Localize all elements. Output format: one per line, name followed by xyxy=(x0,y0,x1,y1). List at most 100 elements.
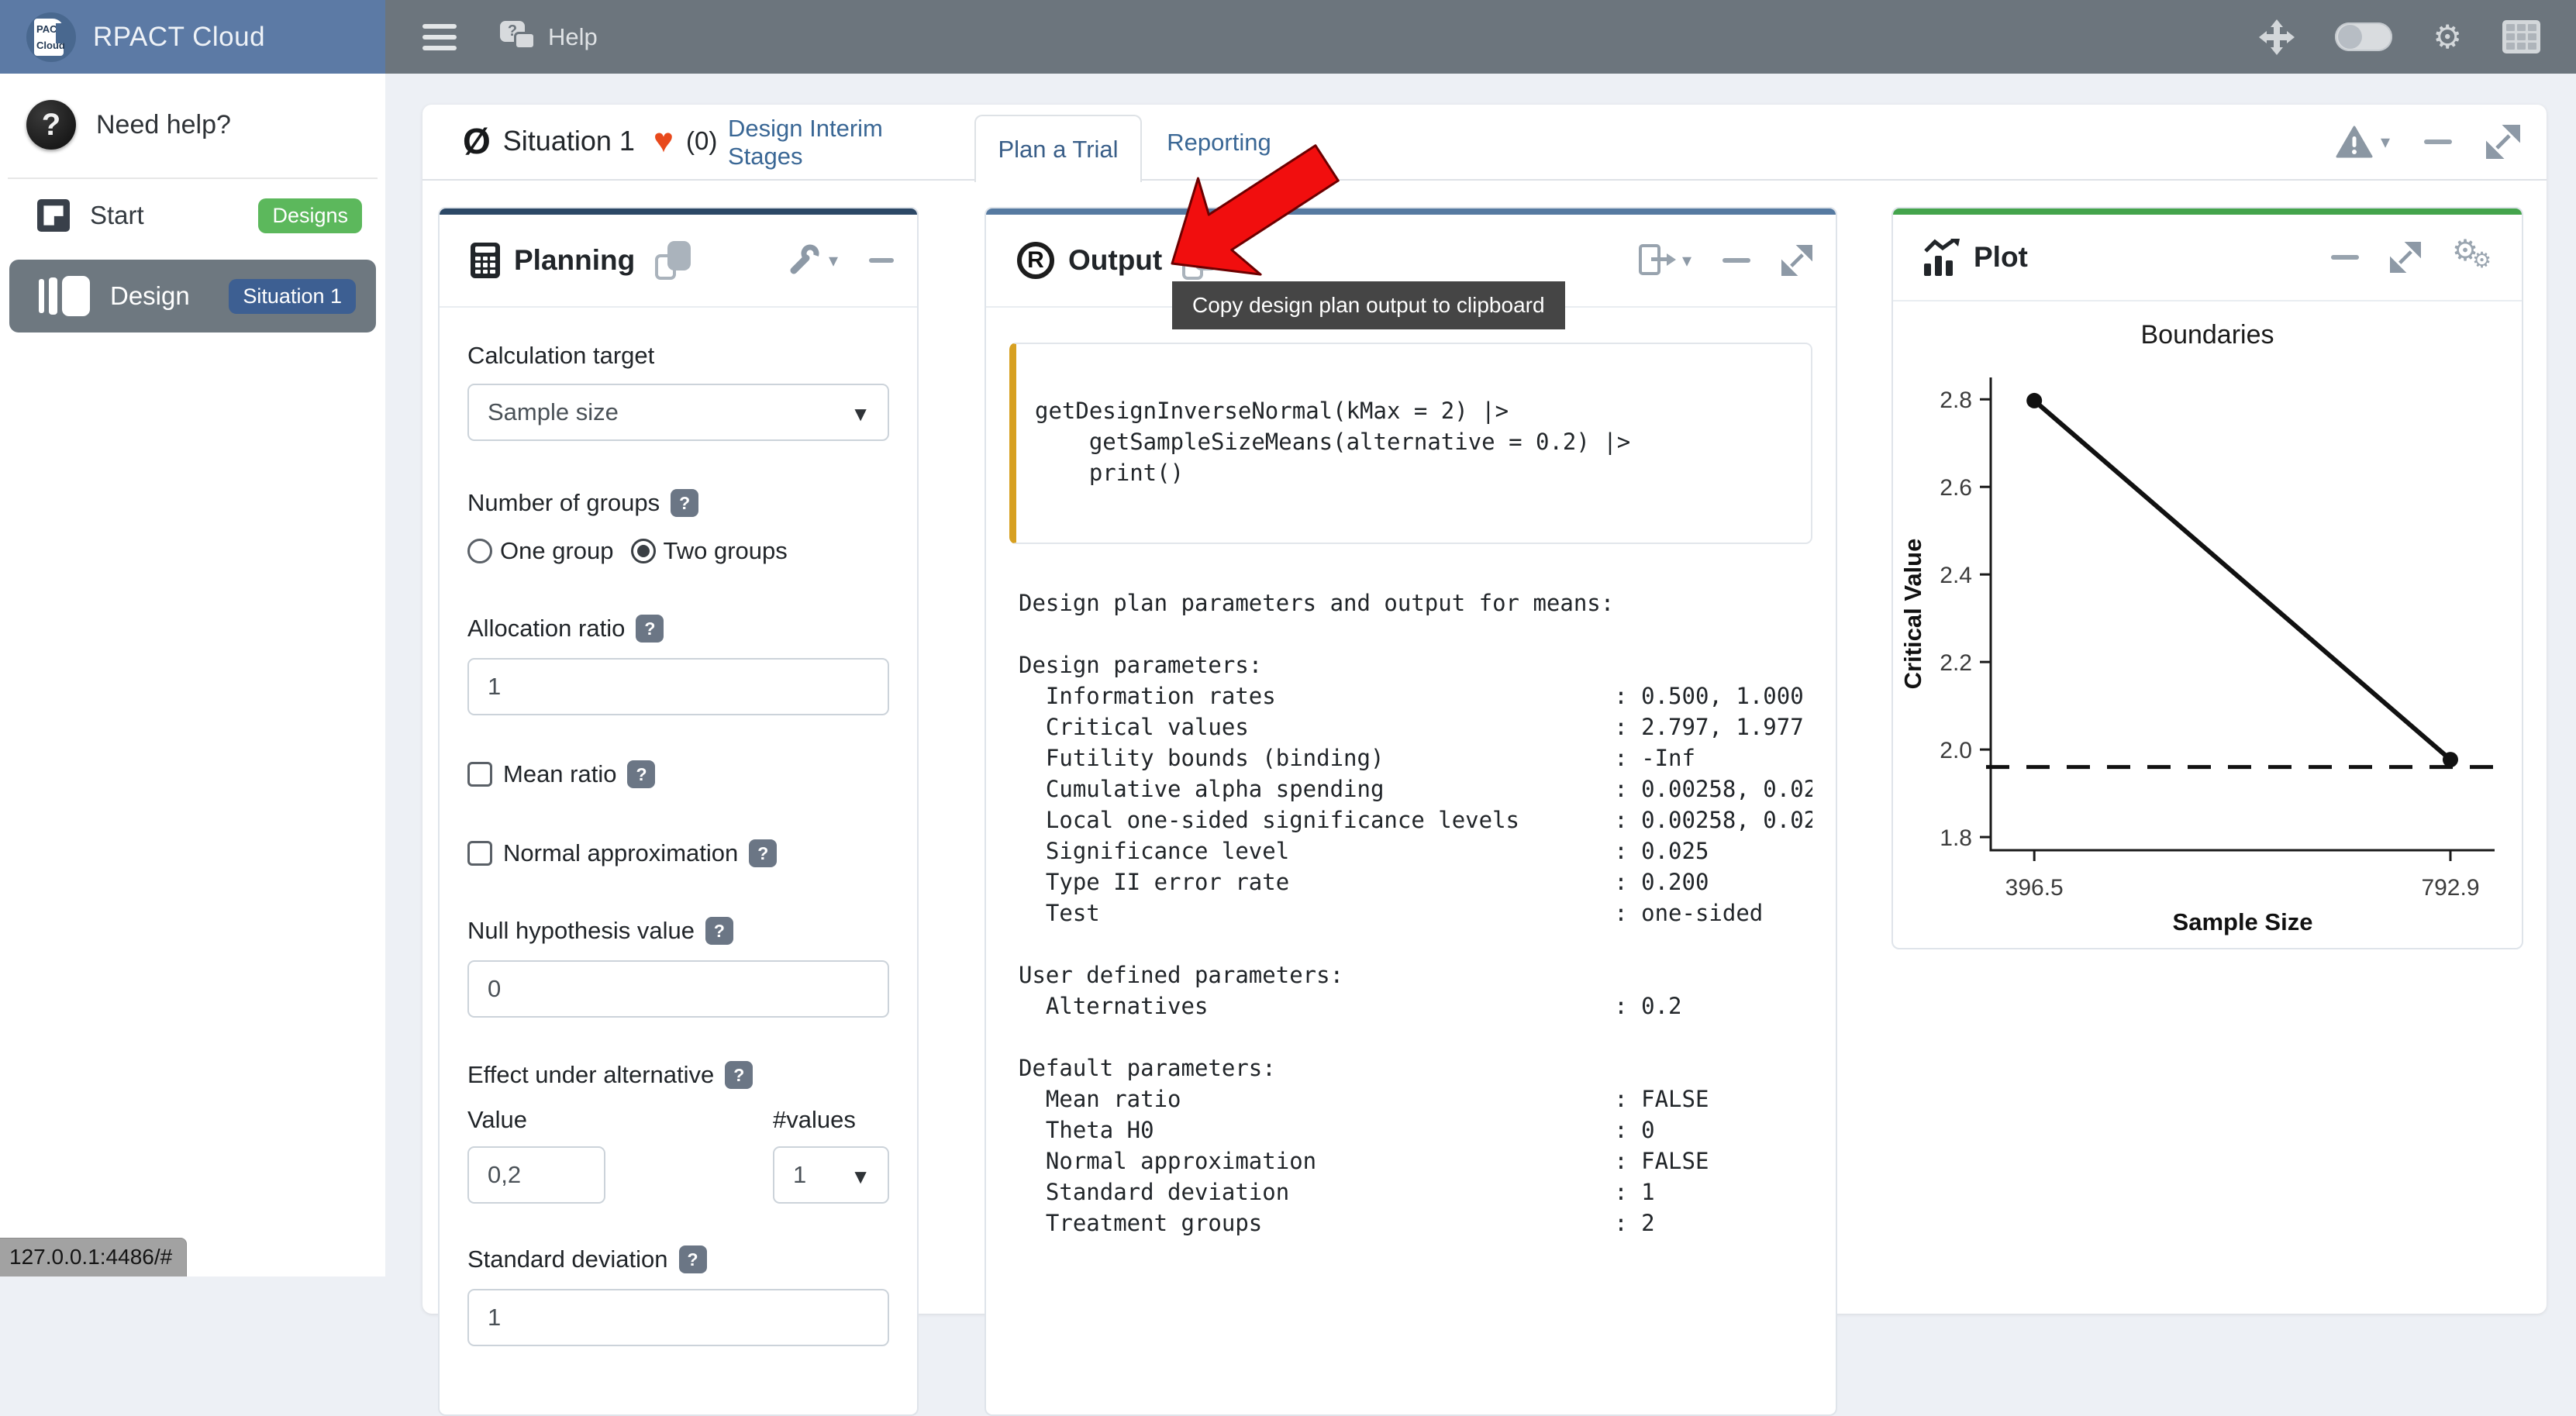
help-badge-icon[interactable]: ? xyxy=(627,760,655,788)
svg-text:2.8: 2.8 xyxy=(1940,388,1972,413)
export-dropdown[interactable]: ▾ xyxy=(1637,242,1691,279)
output-panel: R Output ▾ getDesignInverseNormal( xyxy=(985,207,1837,1416)
chart-icon xyxy=(1924,239,1960,276)
favorite-count: (0) xyxy=(686,126,717,156)
start-icon xyxy=(37,199,70,232)
radio-two-groups[interactable]: Two groups xyxy=(631,537,788,565)
null-hypothesis-label: Null hypothesis value ? xyxy=(467,917,889,945)
settings-gear-icon[interactable]: ⚙ xyxy=(2433,21,2462,53)
svg-text:2.6: 2.6 xyxy=(1940,475,1972,501)
help-badge-icon[interactable]: ? xyxy=(671,489,698,517)
sidebar-header: PACT Cloud RPACT Cloud xyxy=(0,0,385,74)
collapse-icon[interactable] xyxy=(2331,255,2359,260)
fullscreen-icon[interactable] xyxy=(2259,19,2295,55)
mean-ratio-checkbox-row[interactable]: Mean ratio ? xyxy=(467,760,889,788)
r-code[interactable]: getDesignInverseNormal(kMax = 2) |> getS… xyxy=(1035,395,1803,488)
situation-label: Situation 1 xyxy=(503,125,635,157)
rpact-logo[interactable]: PACT Cloud xyxy=(26,12,76,62)
collapse-icon[interactable] xyxy=(1723,258,1750,263)
help-label: Help xyxy=(548,23,598,51)
help-badge-icon[interactable]: ? xyxy=(636,615,664,643)
situation-title-group: Ø Situation 1 ♥ (0) xyxy=(463,123,717,159)
app-title: RPACT Cloud xyxy=(93,22,265,53)
help-badge-icon[interactable]: ? xyxy=(679,1245,707,1273)
standard-deviation-input[interactable]: 1 xyxy=(467,1289,889,1346)
r-logo-icon: R xyxy=(1017,242,1054,279)
sidebar-item-start[interactable]: Start Designs xyxy=(0,179,385,252)
plot-title: Plot xyxy=(1974,241,2028,274)
chevron-down-icon: ▾ xyxy=(829,250,838,272)
wrench-icon xyxy=(787,243,821,277)
r-code-block: getDesignInverseNormal(kMax = 2) |> getS… xyxy=(1009,343,1812,544)
top-navbar: ? Help ⚙ xyxy=(385,0,2576,74)
theme-toggle[interactable] xyxy=(2335,22,2392,51)
svg-text:2.0: 2.0 xyxy=(1940,738,1972,763)
sidebar-item-label: Design xyxy=(110,281,190,311)
copy-output-button[interactable] xyxy=(1182,241,1218,280)
calculation-target-label: Calculation target xyxy=(467,342,889,370)
toggle-knob xyxy=(2338,25,2362,49)
warning-icon xyxy=(2336,126,2373,158)
radio-icon xyxy=(631,539,656,563)
chevron-down-icon: ▾ xyxy=(1682,250,1691,272)
situation-badge: Situation 1 xyxy=(229,279,356,314)
ban-icon: Ø xyxy=(463,123,491,159)
help-menu[interactable]: ? Help xyxy=(500,21,598,53)
effect-nvalues-label: #values xyxy=(773,1106,889,1134)
effect-nvalues-select[interactable]: 1 ▼ xyxy=(773,1146,889,1204)
expand-icon[interactable] xyxy=(2486,125,2520,159)
sidebar-item-design[interactable]: Design Situation 1 xyxy=(9,260,376,332)
number-of-groups-radios: One group Two groups xyxy=(467,537,889,565)
effect-under-alternative-label: Effect under alternative ? xyxy=(467,1061,889,1089)
help-badge-icon[interactable]: ? xyxy=(725,1061,753,1089)
calculator-icon xyxy=(471,243,500,278)
designs-badge: Designs xyxy=(258,198,362,233)
radio-one-group[interactable]: One group xyxy=(467,537,614,565)
standard-deviation-label: Standard deviation ? xyxy=(467,1245,889,1273)
plot-accent-bar xyxy=(1893,208,2522,215)
tools-dropdown[interactable]: ▾ xyxy=(787,243,838,277)
need-help-item[interactable]: ? Need help? xyxy=(0,74,385,173)
normal-approximation-checkbox-row[interactable]: Normal approximation ? xyxy=(467,839,889,867)
warnings-dropdown[interactable]: ▾ xyxy=(2336,126,2390,158)
tab-design-interim-stages[interactable]: Design Interim Stages xyxy=(728,105,953,181)
sidebar-toggle-icon[interactable] xyxy=(422,24,457,50)
effect-value-label: Value xyxy=(467,1106,527,1134)
logo-r-shape xyxy=(56,23,71,43)
favorite-heart-icon[interactable]: ♥ xyxy=(653,126,674,157)
apps-grid-icon[interactable] xyxy=(2502,20,2540,53)
svg-text:396.5: 396.5 xyxy=(2005,875,2064,901)
design-plan-report[interactable]: Design plan parameters and output for me… xyxy=(1009,587,1812,1239)
planning-title: Planning xyxy=(514,244,635,277)
content-header: Ø Situation 1 ♥ (0) Design Interim Stage… xyxy=(422,105,2547,181)
browser-status-url: 127.0.0.1:4486/# xyxy=(0,1238,187,1276)
allocation-ratio-input[interactable]: 1 xyxy=(467,658,889,715)
copy-planning-icon[interactable] xyxy=(655,241,691,280)
chart-title: Boundaries xyxy=(1893,320,2522,350)
tab-reporting[interactable]: Reporting xyxy=(1155,105,1283,181)
planning-panel: Planning ▾ Calculation target Sample siz… xyxy=(438,207,919,1416)
expand-icon[interactable] xyxy=(2390,242,2421,273)
tab-plan-a-trial[interactable]: Plan a Trial xyxy=(974,115,1142,182)
help-badge-icon[interactable]: ? xyxy=(705,917,733,945)
output-title: Output xyxy=(1068,244,1162,277)
svg-text:Sample Size: Sample Size xyxy=(2173,908,2313,935)
sidebar: ? Need help? Start Designs Design Situat… xyxy=(0,74,385,1276)
expand-icon[interactable] xyxy=(1781,245,1812,276)
output-accent-bar xyxy=(986,208,1836,215)
allocation-ratio-label: Allocation ratio ? xyxy=(467,615,889,643)
boundaries-chart[interactable]: 1.82.02.22.42.62.8396.5792.9Critical Val… xyxy=(1898,350,2518,939)
checkbox-icon xyxy=(467,841,492,866)
plot-panel: Plot ⚙⚙ Boundaries 1.82.02.22.42.62.8396… xyxy=(1891,207,2523,949)
null-hypothesis-input[interactable]: 0 xyxy=(467,960,889,1018)
calculation-target-select[interactable]: Sample size ▼ xyxy=(467,384,889,441)
chevron-down-icon: ▾ xyxy=(2381,131,2390,153)
svg-text:1.8: 1.8 xyxy=(1940,825,1972,851)
svg-text:Critical Value: Critical Value xyxy=(1899,539,1926,690)
plot-settings-gears-icon[interactable]: ⚙⚙ xyxy=(2452,238,2498,277)
effect-value-input[interactable]: 0,2 xyxy=(467,1146,605,1204)
help-badge-icon[interactable]: ? xyxy=(749,839,777,867)
collapse-icon[interactable] xyxy=(869,258,894,263)
collapse-icon[interactable] xyxy=(2424,140,2452,144)
help-chat-icon: ? xyxy=(500,21,537,53)
